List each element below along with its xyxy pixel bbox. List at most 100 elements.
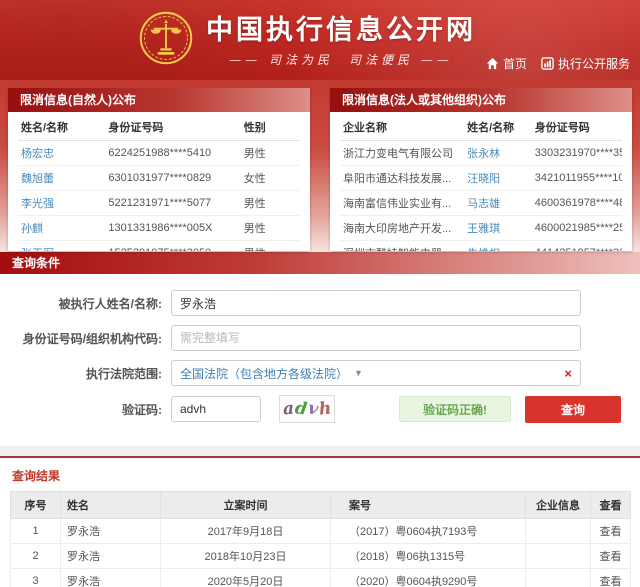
cell-gender: 男性 [241, 141, 300, 166]
cell-name[interactable]: 张玉军 [18, 241, 105, 252]
cell-id: 4414251957****3337 [532, 241, 622, 252]
table-row: 孙麒1301331986****005X男性 [18, 216, 300, 241]
res-col-case: 案号 [331, 492, 526, 519]
cell-view[interactable]: 查看 [591, 519, 631, 544]
cell-case: （2020）粤0604执9290号 [331, 569, 526, 587]
table-row: 浙江力变电气有限公司张永林3303231970****3516 [340, 141, 622, 166]
clear-icon[interactable]: × [564, 366, 572, 381]
cell-name[interactable]: 张永林 [464, 141, 532, 166]
cell-case: （2017）粤0604执7193号 [331, 519, 526, 544]
col-header-id: 身份证号码 [105, 114, 240, 141]
panel-natural-body: 姓名/名称 身份证号码 性别 杨宏忠6224251988****5410男性魏旭… [8, 112, 310, 251]
captcha-char: a [282, 399, 294, 420]
cell-no: 3 [11, 569, 61, 587]
cell-date: 2017年9月18日 [161, 519, 331, 544]
cell-name: 罗永浩 [61, 544, 161, 569]
cell-gender: 男性 [241, 241, 300, 252]
cell-company: 浙江力变电气有限公司 [340, 141, 464, 166]
cell-id: 1301331986****005X [105, 216, 240, 241]
res-col-no: 序号 [11, 492, 61, 519]
court-emblem-icon [138, 10, 194, 66]
chart-icon [541, 57, 554, 70]
cell-date: 2018年10月23日 [161, 544, 331, 569]
cell-view[interactable]: 查看 [591, 544, 631, 569]
court-scope-label: 执行法院范围: [0, 365, 162, 382]
cell-name: 罗永浩 [61, 519, 161, 544]
debtor-name-input[interactable] [171, 290, 581, 316]
table-row: 张玉军1525291975****3050男性 [18, 241, 300, 252]
table-row: 海南富信伟业实业有...马志雄4600361978****4839 [340, 191, 622, 216]
table-row: 杨宏忠6224251988****5410男性 [18, 141, 300, 166]
home-icon [486, 57, 499, 70]
col-header-name: 姓名/名称 [18, 114, 105, 141]
cell-id: 5221231971****5077 [105, 191, 240, 216]
captcha-status-badge: 验证码正确! [399, 396, 511, 422]
captcha-image[interactable]: advh [279, 395, 335, 423]
hero-section: 限消信息(自然人)公布 姓名/名称 身份证号码 性别 杨宏忠6224251988… [0, 80, 640, 252]
captcha-label: 验证码: [0, 401, 162, 418]
cell-view[interactable]: 查看 [591, 569, 631, 587]
id-number-input[interactable] [171, 325, 581, 351]
cell-org [526, 544, 591, 569]
cell-id: 4600361978****4839 [532, 191, 622, 216]
cell-no: 2 [11, 544, 61, 569]
cell-name[interactable]: 马志雄 [464, 191, 532, 216]
cell-company: 海南富信伟业实业有... [340, 191, 464, 216]
chevron-down-icon: ▼ [354, 368, 363, 378]
table-row: 海南大印房地产开发...王雅琪4600021985****2525 [340, 216, 622, 241]
cell-id: 4600021985****2525 [532, 216, 622, 241]
organizations-table: 企业名称 姓名/名称 身份证号码 浙江力变电气有限公司张永林3303231970… [340, 114, 622, 251]
cell-id: 6301031977****0829 [105, 166, 240, 191]
captcha-char: h [318, 398, 332, 419]
panel-natural-persons: 限消信息(自然人)公布 姓名/名称 身份证号码 性别 杨宏忠6224251988… [8, 88, 310, 251]
brand: 中国执行信息公开网 —— 司法为民 司法便民 —— [138, 8, 476, 68]
cell-name[interactable]: 杨宏忠 [18, 141, 105, 166]
results-title: 查询结果 [10, 458, 630, 491]
cell-gender: 男性 [241, 191, 300, 216]
captcha-input[interactable] [171, 396, 261, 422]
nav-service[interactable]: 执行公开服务 [541, 55, 630, 72]
search-button[interactable]: 查询 [525, 396, 621, 423]
court-scope-select[interactable]: 全国法院（包含地方各级法院） ▼ × [171, 360, 581, 386]
cell-name[interactable]: 孙麒 [18, 216, 105, 241]
panel-org-body: 企业名称 姓名/名称 身份证号码 浙江力变电气有限公司张永林3303231970… [330, 112, 632, 251]
nav-home[interactable]: 首页 [486, 55, 527, 72]
col-header-company: 企业名称 [340, 114, 464, 141]
cell-name[interactable]: 李光强 [18, 191, 105, 216]
top-banner: 中国执行信息公开网 —— 司法为民 司法便民 —— 首页 执行公开服务 [0, 0, 640, 80]
natural-persons-table: 姓名/名称 身份证号码 性别 杨宏忠6224251988****5410男性魏旭… [18, 114, 300, 251]
res-col-view: 查看 [591, 492, 631, 519]
cell-org [526, 519, 591, 544]
col-header-gender: 性别 [241, 114, 300, 141]
table-row: 深圳市酷娃智能电器...朱焕权4414251957****3337 [340, 241, 622, 252]
top-nav: 首页 执行公开服务 [486, 55, 630, 72]
site-title: 中国执行信息公开网 [206, 8, 476, 47]
cell-name[interactable]: 魏旭蕾 [18, 166, 105, 191]
cell-name[interactable]: 汪晓阳 [464, 166, 532, 191]
id-field-label: 身份证号码/组织机构代码: [0, 330, 162, 347]
cell-id: 6224251988****5410 [105, 141, 240, 166]
cell-id: 1525291975****3050 [105, 241, 240, 252]
res-col-org: 企业信息 [526, 492, 591, 519]
results-section: 查询结果 序号 姓名 立案时间 案号 企业信息 查看 1罗永浩2017年9月18… [0, 458, 640, 587]
cell-name[interactable]: 朱焕权 [464, 241, 532, 252]
col-header-name: 姓名/名称 [464, 114, 532, 141]
table-row: 1罗永浩2017年9月18日（2017）粤0604执7193号 查看 [11, 519, 631, 544]
section-divider [0, 446, 640, 458]
panel-org-title: 限消信息(法人或其他组织)公布 [330, 88, 632, 112]
panel-organizations: 限消信息(法人或其他组织)公布 企业名称 姓名/名称 身份证号码 浙江力变电气有… [330, 88, 632, 251]
cell-no: 1 [11, 519, 61, 544]
cell-org [526, 569, 591, 587]
query-form: 被执行人姓名/名称: 身份证号码/组织机构代码: 执行法院范围: 全国法院（包含… [0, 274, 640, 446]
name-field-label: 被执行人姓名/名称: [0, 295, 162, 312]
res-col-date: 立案时间 [161, 492, 331, 519]
cell-name[interactable]: 王雅琪 [464, 216, 532, 241]
table-row: 李光强5221231971****5077男性 [18, 191, 300, 216]
res-col-name: 姓名 [61, 492, 161, 519]
table-row: 3罗永浩2020年5月20日（2020）粤0604执9290号查看 [11, 569, 631, 587]
panel-natural-title: 限消信息(自然人)公布 [8, 88, 310, 112]
col-header-id: 身份证号码 [532, 114, 622, 141]
table-row: 魏旭蕾6301031977****0829女性 [18, 166, 300, 191]
nav-service-label: 执行公开服务 [558, 55, 630, 72]
cell-case: （2018）粤06执1315号 [331, 544, 526, 569]
